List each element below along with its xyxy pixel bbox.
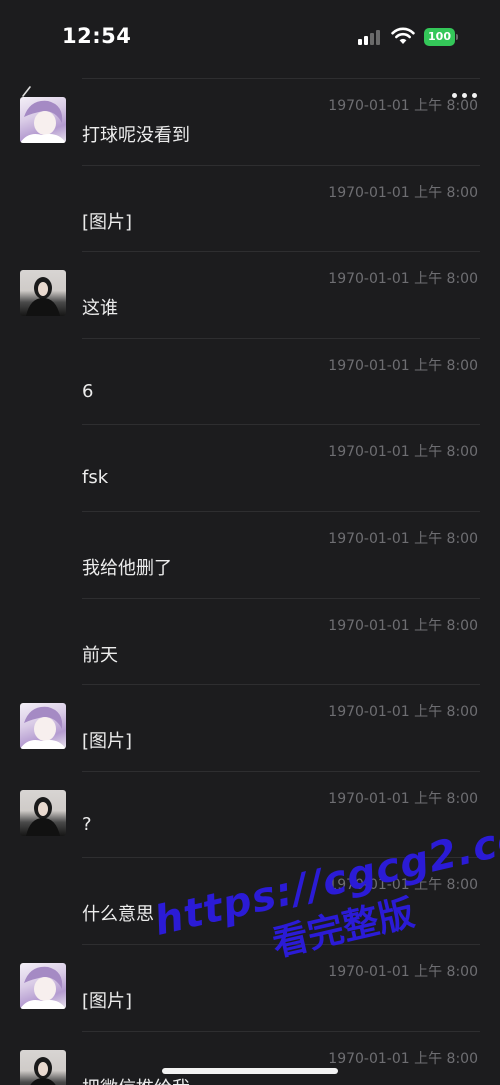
message-row[interactable]: 1970-01-01 上午 8:00 6 (0, 337, 500, 425)
message-timestamp: 1970-01-01 上午 8:00 (328, 704, 478, 721)
message-row[interactable]: 1970-01-01 上午 8:00 前天 (0, 597, 500, 685)
cellular-signal-icon (358, 29, 384, 45)
message-text: 把微信推给我 (82, 1074, 190, 1085)
row-divider (82, 164, 480, 166)
sender-avatar[interactable] (20, 97, 66, 143)
sender-avatar[interactable] (20, 962, 66, 1009)
message-timestamp: 1970-01-01 上午 8:00 (328, 357, 478, 374)
row-divider (82, 684, 480, 686)
chat-history-screen: 12:54 100 1970-01-01 上午 8:00 打球呢没看到 1970-0… (0, 0, 500, 1085)
battery-level: 100 (424, 28, 455, 46)
message-text: 前天 (82, 644, 118, 666)
message-text: fsk (82, 467, 109, 489)
message-row[interactable]: 1970-01-01 上午 8:00 这谁 (0, 251, 500, 338)
message-text: [图片] (82, 211, 133, 233)
wifi-icon (391, 27, 415, 44)
message-text: [图片] (82, 990, 133, 1012)
sender-avatar[interactable] (20, 703, 66, 750)
message-text: 打球呢没看到 (82, 125, 190, 146)
sender-avatar[interactable] (20, 270, 66, 317)
message-text: [图片] (82, 731, 133, 753)
message-timestamp: 1970-01-01 上午 8:00 (328, 530, 478, 547)
message-timestamp: 1970-01-01 上午 8:00 (328, 1050, 478, 1067)
message-timestamp: 1970-01-01 上午 8:00 (328, 963, 478, 980)
message-timestamp: 1970-01-01 上午 8:00 (328, 184, 478, 201)
status-time: 12:54 (62, 24, 132, 48)
row-divider (82, 251, 480, 253)
row-divider (82, 337, 480, 339)
row-divider (82, 78, 480, 79)
row-divider (82, 424, 480, 426)
home-indicator[interactable] (162, 1068, 338, 1074)
message-text: 6 (82, 380, 94, 402)
row-divider (82, 770, 480, 772)
message-timestamp: 1970-01-01 上午 8:00 (328, 98, 478, 114)
message-row[interactable]: 1970-01-01 上午 8:00 打球呢没看到 (0, 78, 500, 165)
message-row[interactable]: 1970-01-01 上午 8:00 fsk (0, 424, 500, 511)
message-row[interactable]: 1970-01-01 上午 8:00 [图片] (0, 164, 500, 252)
message-text: 这谁 (82, 298, 118, 320)
message-timestamp: 1970-01-01 上午 8:00 (328, 790, 478, 807)
battery-icon: 100 (424, 28, 458, 46)
message-text: ? (82, 813, 92, 835)
message-text: 什么意思 (82, 904, 154, 926)
sender-avatar[interactable] (20, 789, 66, 836)
message-text: 我给他删了 (82, 557, 172, 579)
message-timestamp: 1970-01-01 上午 8:00 (328, 271, 478, 288)
message-row[interactable]: 1970-01-01 上午 8:00 [图片] (0, 684, 500, 771)
row-divider (82, 597, 480, 599)
message-timestamp: 1970-01-01 上午 8:00 (328, 444, 478, 461)
sender-avatar[interactable] (20, 1049, 66, 1085)
row-divider (82, 510, 480, 512)
message-row[interactable]: 1970-01-01 上午 8:00 我给他删了 (0, 510, 500, 598)
message-row[interactable]: 1970-01-01 上午 8:00 把微信推给我 (0, 1030, 500, 1085)
status-bar: 12:54 100 (0, 0, 500, 72)
row-divider (82, 1030, 480, 1032)
message-timestamp: 1970-01-01 上午 8:00 (328, 617, 478, 634)
